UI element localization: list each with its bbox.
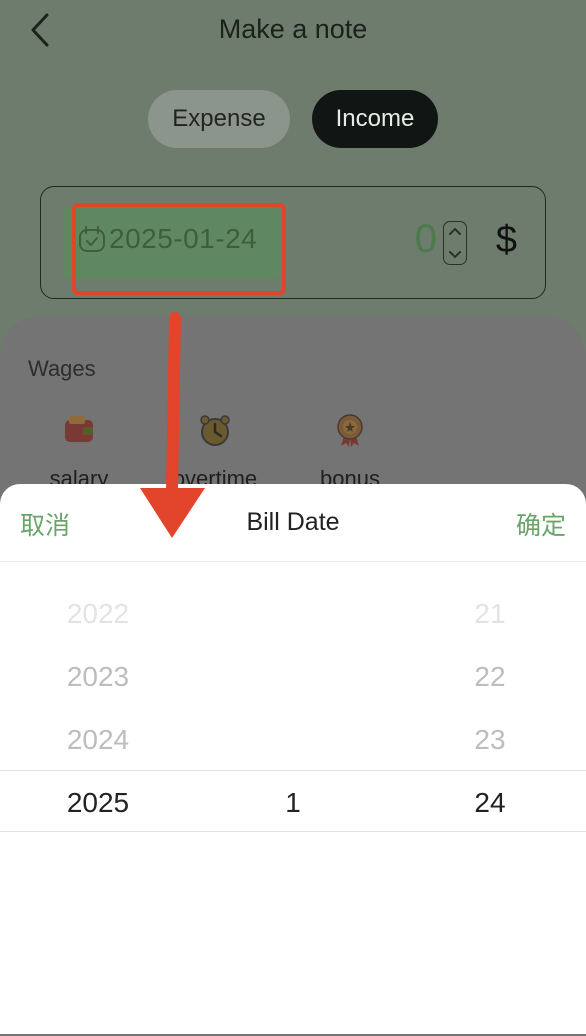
category-bonus[interactable]: bonus [295, 412, 405, 492]
section-title: Wages [28, 356, 96, 381]
year-option[interactable]: 2022 [0, 582, 196, 645]
day-option[interactable]: 22 [392, 645, 586, 708]
expense-tab[interactable]: Expense [148, 90, 290, 148]
chevron-up-icon[interactable] [448, 226, 462, 236]
picker-title: Bill Date [246, 508, 340, 536]
wallet-icon [65, 416, 93, 442]
confirm-button[interactable]: 确定 [516, 506, 566, 542]
day-option-selected[interactable]: 24 [392, 771, 586, 834]
picker-header: 取消 Bill Date 确定 [0, 484, 586, 562]
year-option[interactable]: 2023 [0, 645, 196, 708]
income-tab[interactable]: Income [312, 90, 438, 148]
day-option[interactable]: 21 [392, 582, 586, 645]
day-option[interactable]: 23 [392, 708, 586, 771]
chevron-down-icon[interactable] [448, 250, 462, 260]
page-title: Make a note [218, 14, 368, 44]
date-highlight-box [72, 203, 286, 295]
year-option-selected[interactable]: 2025 [0, 771, 196, 834]
type-toggle: Expense Income [148, 90, 438, 148]
clock-icon [200, 415, 230, 446]
day-column[interactable]: 21 22 23 24 [392, 582, 586, 834]
amount-stepper[interactable] [443, 221, 467, 265]
header: Make a note [0, 0, 586, 62]
month-column[interactable]: 1 [195, 582, 391, 834]
month-option-selected[interactable]: 1 [195, 771, 391, 834]
currency-symbol: $ [495, 219, 517, 261]
category-overtime[interactable]: overtime [160, 412, 270, 492]
category-salary[interactable]: salary [24, 412, 134, 492]
medal-icon [337, 414, 363, 447]
date-picker-sheet: 取消 Bill Date 确定 2022 2023 2024 2025 1 21… [0, 484, 586, 1034]
year-column[interactable]: 2022 2023 2024 2025 [0, 582, 196, 834]
amount-input[interactable]: 0 [415, 217, 437, 262]
year-option[interactable]: 2024 [0, 708, 196, 771]
